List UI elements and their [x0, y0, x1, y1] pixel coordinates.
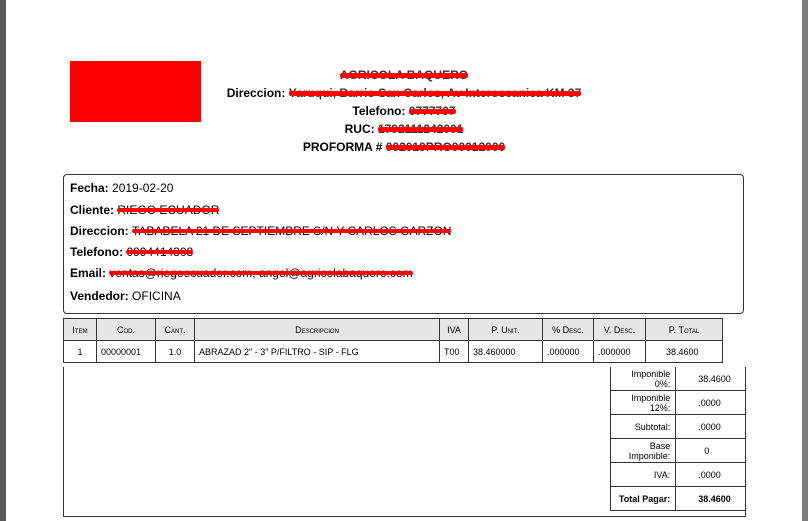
customer-info-box: Fecha: 2019-02-20 Cliente: RIEGO ECUADOR…: [63, 174, 744, 314]
company-phone-label: Telefono:: [352, 104, 406, 118]
totals-label: Base Imponible:: [609, 438, 677, 463]
direccion-row: Direccion: TABABELA 21 DE SEPTIEMBRE S/N…: [70, 224, 452, 238]
totals-label: Imponible 0%:: [609, 367, 677, 391]
header-ptotal: P. Total: [645, 318, 723, 341]
items-table: Item Cod. Cant. Descripcion IVA P. Unit.…: [63, 318, 723, 363]
cliente-row: Cliente: RIEGO ECUADOR: [70, 203, 220, 217]
cell-cant: 1.0: [155, 340, 195, 363]
fecha-value: 2019-02-20: [112, 181, 174, 195]
cell-item: 1: [63, 340, 97, 363]
vendedor-row: Vendedor: OFICINA: [70, 289, 181, 303]
fecha-row: Fecha: 2019-02-20: [70, 181, 173, 195]
totals-row: Base Imponible: 0: [609, 438, 745, 463]
company-ruc-line: RUC: 1792111242001: [6, 120, 802, 138]
proforma-line: PROFORMA # 002019PRO00012000: [6, 138, 802, 156]
totals-label: Imponible 12%:: [609, 390, 677, 415]
cell-ptotal: 38.4600: [645, 340, 723, 363]
header-descripcion: Descripcion: [194, 318, 440, 341]
header-pdesc: % Desc.: [542, 318, 594, 341]
header-cant: Cant.: [155, 318, 195, 341]
total-pagar-value: 38.4600: [675, 486, 745, 511]
cell-pdesc: .000000: [542, 340, 594, 363]
company-phone-line: Telefono: 0777707: [6, 102, 802, 120]
totals-row: Subtotal: .0000: [609, 414, 745, 439]
totals-label: Subtotal:: [609, 414, 677, 439]
totals-table: Imponible 0%: 38.4600 Imponible 12%: .0000…: [609, 367, 745, 511]
totals-value: 0: [675, 438, 745, 463]
company-address-label: Direccion:: [226, 86, 286, 100]
header-vdesc: V. Desc.: [593, 318, 646, 341]
proforma-label: PROFORMA #: [302, 140, 383, 154]
telefono-label: Telefono:: [70, 245, 124, 259]
header-item: Item: [63, 318, 97, 341]
cell-cod: 00000001: [96, 340, 156, 363]
company-name-line: AGRICOLA BAQUERO: [6, 66, 802, 84]
cell-iva: T00: [439, 340, 469, 363]
header-cod: Cod.: [96, 318, 156, 341]
vendedor-value: OFICINA: [132, 289, 181, 303]
vendedor-label: Vendedor:: [70, 289, 129, 303]
cliente-label: Cliente:: [70, 203, 115, 217]
telefono-row: Telefono: 0994414308: [70, 245, 194, 259]
totals-row: Total Pagar: 38.4600: [609, 486, 745, 511]
header-punit: P. Unit.: [468, 318, 543, 341]
cell-descripcion: ABRAZAD 2" - 3" P/FILTRO - SIP - FLG: [194, 340, 440, 363]
email-row: Email: ventas@riegoecuador.com, angel@ag…: [70, 266, 413, 280]
totals-row: Imponible 12%: .0000: [609, 390, 745, 415]
totals-section: Imponible 0%: 38.4600 Imponible 12%: .0000…: [63, 367, 746, 517]
viewer-background: [802, 0, 808, 521]
totals-value: .0000: [675, 414, 745, 439]
email-label: Email:: [70, 266, 107, 280]
totals-value: .0000: [675, 390, 745, 415]
header-iva: IVA: [439, 318, 469, 341]
totals-row: Imponible 0%: 38.4600: [609, 367, 745, 391]
totals-value: 38.4600: [675, 367, 745, 391]
totals-value: .0000: [675, 462, 745, 487]
totals-label: IVA:: [609, 462, 677, 487]
fecha-label: Fecha:: [70, 181, 109, 195]
items-header-row: Item Cod. Cant. Descripcion IVA P. Unit.…: [63, 318, 723, 341]
company-ruc-label: RUC:: [344, 122, 375, 136]
table-row: 1 00000001 1.0 ABRAZAD 2" - 3" P/FILTRO …: [63, 340, 723, 363]
direccion-label: Direccion:: [70, 224, 129, 238]
cell-vdesc: .000000: [593, 340, 646, 363]
totals-row: IVA: .0000: [609, 462, 745, 487]
company-address-line: Direccion: Yaruqui, Barrio San Carlos, A…: [6, 84, 802, 102]
cell-punit: 38.460000: [468, 340, 543, 363]
total-pagar-label: Total Pagar:: [609, 486, 677, 511]
document-page: AGRICOLA BAQUERO Direccion: Yaruqui, Bar…: [6, 0, 802, 521]
company-header: AGRICOLA BAQUERO Direccion: Yaruqui, Bar…: [6, 66, 802, 156]
